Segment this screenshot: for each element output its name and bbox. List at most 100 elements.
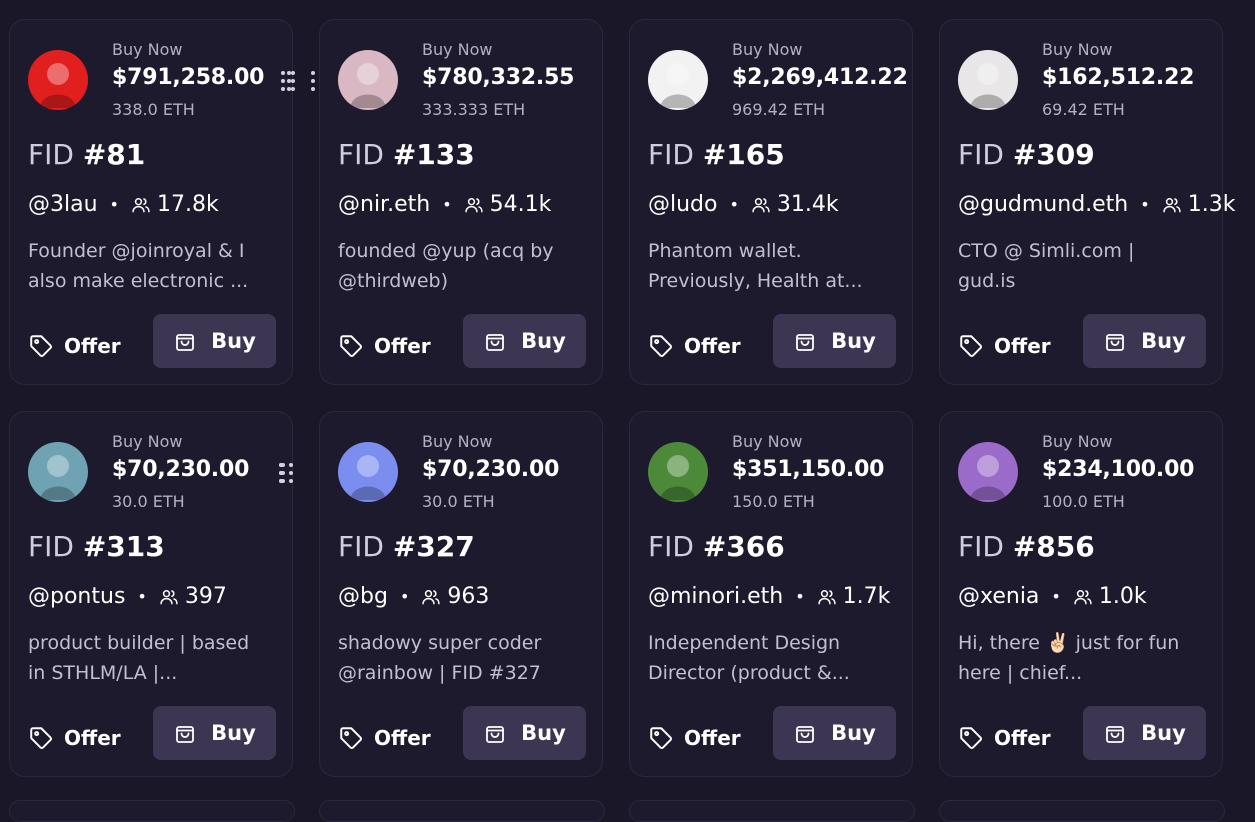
listing-card[interactable]: Buy Now $70,230.00 30.0 ETH FID #313 @po… — [9, 411, 293, 777]
bio-text: Independent Design Director (product &..… — [648, 632, 850, 684]
shopping-bag-icon — [796, 726, 815, 743]
listing-card[interactable]: Buy Now $351,150.00 150.0 ETH FID #366 @… — [281, 411, 913, 777]
next-row-card-edge — [629, 800, 915, 822]
buy-button[interactable]: Buy — [463, 314, 586, 368]
avatar[interactable] — [958, 442, 1018, 502]
avatar[interactable] — [338, 50, 398, 110]
fid-number: #313 — [82, 530, 165, 563]
bio-text: founded @yup (acq by @thirdweb) — [338, 240, 554, 292]
follower-count: 1.0k — [1098, 584, 1147, 609]
next-row-card-edge — [319, 800, 605, 822]
buy-label: Buy — [1141, 721, 1186, 745]
offer-label: Offer — [374, 726, 431, 750]
username-handle[interactable]: @nir.eth — [338, 192, 430, 217]
offer-label: Offer — [684, 726, 741, 750]
offer-button[interactable]: Offer — [648, 326, 741, 366]
listing-card[interactable]: Buy Now $162,512.22 69.42 ETH FID #309 @… — [281, 19, 1235, 385]
bio-text: CTO @ Simli.com | gud.is — [958, 240, 1135, 292]
offer-button[interactable]: Offer — [338, 718, 431, 758]
follower-count: 54.1k — [489, 192, 552, 217]
more-vertical-icon[interactable] — [307, 70, 319, 92]
avatar[interactable] — [28, 442, 88, 502]
fid-label: FID #313 — [28, 530, 165, 563]
fid-number: #165 — [702, 138, 785, 171]
tag-icon — [340, 335, 362, 357]
offer-button[interactable]: Offer — [648, 718, 741, 758]
offer-button[interactable]: Offer — [958, 718, 1051, 758]
price-eth: 338.0 ETH — [112, 100, 195, 119]
fid-number: #133 — [392, 138, 475, 171]
buy-label: Buy — [521, 721, 566, 745]
avatar[interactable] — [28, 50, 88, 110]
follower-count: 1.3k — [1187, 192, 1236, 217]
listing-grid: Buy Now $791,258.00 338.0 ETH FID #81 @3… — [0, 0, 1255, 806]
username-handle[interactable]: @bg — [338, 584, 388, 609]
price-eth: 333.333 ETH — [422, 100, 526, 119]
users-icon — [464, 197, 483, 212]
avatar[interactable] — [338, 442, 398, 502]
fid-label: FID #327 — [338, 530, 475, 563]
offer-button[interactable]: Offer — [28, 718, 121, 758]
fid-prefix: FID — [648, 530, 694, 563]
avatar-image — [338, 442, 398, 502]
username-handle[interactable]: @xenia — [958, 584, 1039, 609]
fid-label: FID #366 — [648, 530, 785, 563]
buy-button[interactable]: Buy — [1083, 314, 1206, 368]
more-vertical-icon[interactable] — [277, 70, 289, 92]
username-handle[interactable]: @3lau — [28, 192, 98, 217]
username-handle[interactable]: @ludo — [648, 192, 717, 217]
buy-button[interactable]: Buy — [153, 314, 276, 368]
avatar-image — [958, 50, 1018, 110]
avatar[interactable] — [958, 50, 1018, 110]
fid-label: FID #165 — [648, 138, 785, 171]
buy-now-label: Buy Now — [422, 40, 493, 59]
listing-card[interactable]: Buy Now $234,100.00 100.0 ETH FID #856 @… — [289, 411, 1223, 777]
user-line: @minori.eth • 1.7k — [648, 584, 890, 609]
fid-number: #327 — [392, 530, 475, 563]
username-handle[interactable]: @minori.eth — [648, 584, 783, 609]
buy-button[interactable]: Buy — [463, 706, 586, 760]
users-icon — [422, 589, 441, 604]
offer-button[interactable]: Offer — [338, 326, 431, 366]
offer-label: Offer — [684, 334, 741, 358]
shopping-bag-icon — [796, 334, 815, 351]
avatar-image — [28, 442, 88, 502]
separator-dot: • — [1140, 195, 1150, 214]
users-icon — [752, 197, 770, 212]
listing-card[interactable]: Buy Now $791,258.00 338.0 ETH FID #81 @3… — [9, 19, 293, 385]
buy-button[interactable]: Buy — [153, 706, 276, 760]
separator-dot: • — [109, 195, 119, 214]
buy-button[interactable]: Buy — [773, 314, 896, 368]
shopping-bag-icon — [176, 334, 195, 351]
users-icon — [1163, 197, 1181, 212]
username-handle[interactable]: @pontus — [28, 584, 125, 609]
price-eth: 69.42 ETH — [1042, 100, 1125, 119]
next-row-card-edge — [9, 800, 295, 822]
avatar[interactable] — [648, 442, 708, 502]
follower-count: 17.8k — [156, 192, 219, 217]
listing-card[interactable]: Buy Now $70,230.00 30.0 ETH FID #327 @bg… — [279, 411, 603, 777]
buy-label: Buy — [211, 329, 256, 353]
avatar[interactable] — [648, 50, 708, 110]
price-eth: 30.0 ETH — [112, 492, 185, 511]
listing-card[interactable]: Buy Now $2,269,412.22 969.42 ETH FID #16… — [311, 19, 913, 385]
price-eth: 100.0 ETH — [1042, 492, 1125, 511]
offer-button[interactable]: Offer — [958, 326, 1051, 366]
price-usd: $70,230.00 — [112, 457, 250, 482]
listing-card[interactable]: Buy Now $780,332.55 333.333 ETH FID #133… — [291, 19, 603, 385]
buy-button[interactable]: Buy — [1083, 706, 1206, 760]
users-icon — [817, 589, 836, 604]
tag-icon — [650, 335, 672, 357]
more-vertical-icon[interactable] — [285, 462, 297, 484]
separator-dot: • — [442, 195, 452, 214]
username-handle[interactable]: @gudmund.eth — [958, 192, 1128, 217]
fid-label: FID #81 — [28, 138, 145, 171]
tag-icon — [960, 727, 982, 749]
offer-button[interactable]: Offer — [28, 326, 121, 366]
shopping-bag-icon — [1106, 726, 1125, 743]
buy-button[interactable]: Buy — [773, 706, 896, 760]
price-eth: 30.0 ETH — [422, 492, 495, 511]
fid-number: #366 — [702, 530, 785, 563]
price-eth: 969.42 ETH — [732, 100, 825, 119]
fid-prefix: FID — [28, 530, 74, 563]
